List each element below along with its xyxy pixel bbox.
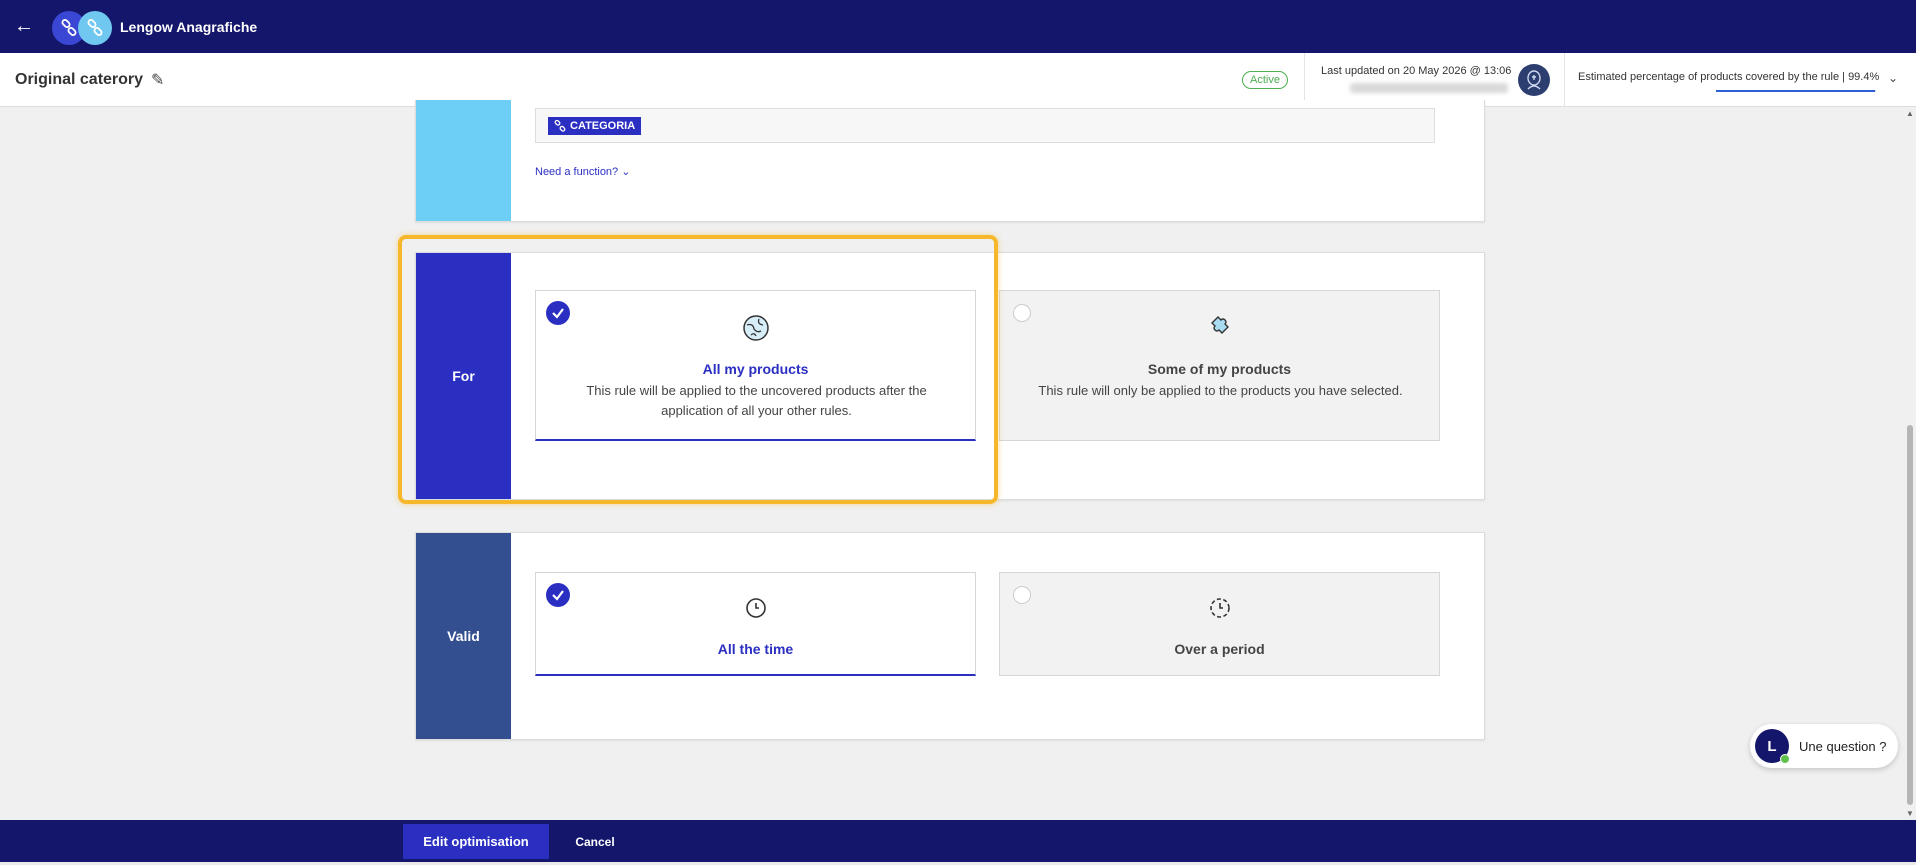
option-all-products[interactable]: All my products This rule will be applie… [535, 290, 976, 441]
top-bar: ← Lengow Anagrafiche [0, 0, 1916, 53]
field-tag-label: CATEGORIA [570, 120, 636, 132]
clock-icon [536, 596, 975, 620]
option-over-a-period[interactable]: Over a period [999, 572, 1440, 676]
chevron-down-icon[interactable]: ⌄ [1888, 71, 1898, 85]
online-status-dot [1780, 754, 1790, 764]
chat-label: Une question ? [1799, 738, 1887, 754]
chat-widget[interactable]: L Une question ? [1750, 724, 1898, 768]
for-label: For [416, 253, 511, 499]
option-description: This rule will only be applied to the pr… [1038, 383, 1403, 398]
valid-card: Valid All the time Over a period [415, 532, 1485, 740]
globe-puzzle-icon [536, 313, 975, 343]
formula-card: CATEGORIA Need a function? ⌄ [415, 100, 1485, 222]
last-updated-text: Last updated on 20 May 2026 @ 13:06 [1321, 65, 1512, 77]
option-title: All the time [717, 641, 794, 657]
option-all-the-time[interactable]: All the time [535, 572, 976, 676]
cancel-button[interactable]: Cancel [570, 824, 620, 859]
coverage-progress-fill [1716, 90, 1876, 92]
option-title: Over a period [1174, 641, 1265, 657]
chat-logo: L [1755, 729, 1790, 764]
formula-input[interactable]: CATEGORIA [535, 108, 1435, 143]
field-tag[interactable]: CATEGORIA [548, 117, 642, 135]
option-title: All my products [702, 361, 809, 377]
option-title: Some of my products [1147, 361, 1292, 377]
need-function-label: Need a function? [535, 166, 619, 178]
edit-pencil-icon[interactable]: ✎ [151, 70, 164, 90]
link-icon [78, 10, 112, 45]
puzzle-piece-icon [1000, 313, 1439, 343]
option-description: This rule will be applied to the uncover… [586, 383, 927, 418]
valid-label: Valid [416, 533, 511, 739]
scroll-up-icon[interactable]: ▲ [1906, 109, 1914, 118]
chevron-down-icon: ⌄ [621, 166, 631, 178]
back-arrow-icon[interactable]: ← [0, 0, 48, 53]
divider [1564, 53, 1565, 107]
scrollbar[interactable]: ▲ ▼ [1904, 107, 1916, 820]
scroll-down-icon[interactable]: ▼ [1906, 809, 1914, 818]
blurred-user-email [1350, 83, 1508, 93]
clock-dashed-icon [1000, 596, 1439, 620]
link-icon [554, 120, 566, 132]
divider [1304, 53, 1305, 107]
for-card: For All my products This rule will be ap… [415, 252, 1485, 500]
edit-optimisation-button[interactable]: Edit optimisation [403, 824, 549, 859]
app-title: Lengow Anagrafiche [120, 18, 258, 35]
status-badge: Active [1242, 71, 1288, 89]
app-logo [52, 7, 112, 47]
rule-header: Original caterory ✎ Active Last updated … [0, 53, 1916, 107]
coverage-text: Estimated percentage of products covered… [1578, 71, 1880, 83]
bottom-action-bar: Edit optimisation Cancel [0, 820, 1916, 865]
scroll-thumb[interactable] [1907, 425, 1913, 805]
need-function-link[interactable]: Need a function? ⌄ [535, 165, 630, 178]
user-avatar[interactable] [1518, 64, 1550, 96]
option-some-products[interactable]: Some of my products This rule will only … [999, 290, 1440, 441]
chat-logo-letter: L [1767, 737, 1777, 755]
formula-side-bar [416, 100, 511, 221]
coverage-progress-bar [1716, 90, 1876, 92]
rule-name: Original caterory [15, 70, 144, 88]
